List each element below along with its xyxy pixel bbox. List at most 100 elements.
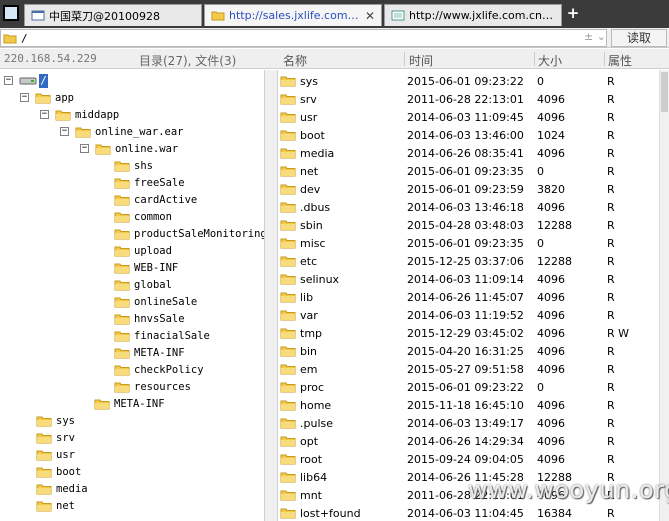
collapse-icon[interactable]: − — [60, 127, 69, 136]
file-row[interactable]: var 2014-06-03 11:19:52 4096 R — [278, 306, 659, 324]
tree-node[interactable]: productSaleMonitoring — [114, 225, 264, 242]
tree-node[interactable]: global — [114, 276, 172, 293]
tree-node[interactable]: − online.war — [80, 140, 178, 157]
tree-node[interactable]: common — [114, 208, 172, 225]
tree-node[interactable]: − online_war.ear — [60, 123, 184, 140]
path-input[interactable]: / — [0, 29, 607, 47]
folder-icon — [36, 484, 52, 494]
tab-caidao[interactable]: 中国菜刀@20100928 — [24, 4, 202, 26]
tree-node[interactable]: META-INF — [114, 344, 185, 361]
folder-icon — [114, 178, 130, 188]
file-time: 2015-06-01 09:23:59 — [407, 183, 524, 196]
collapse-icon[interactable]: − — [80, 144, 89, 153]
scrollbar-thumb[interactable] — [661, 72, 668, 112]
column-size[interactable]: 大小 — [538, 52, 562, 69]
tree-node-label: common — [134, 210, 172, 223]
file-row[interactable]: tmp 2015-12-29 03:45:02 4096 R W — [278, 324, 659, 342]
column-attr[interactable]: 属性 — [608, 52, 632, 69]
file-name: misc — [300, 237, 326, 250]
file-row[interactable]: bin 2015-04-20 16:31:25 4096 R — [278, 342, 659, 360]
column-name[interactable]: 名称 — [283, 52, 307, 69]
file-attr: R — [607, 273, 615, 286]
file-name: srv — [300, 93, 317, 106]
tree-node[interactable]: resources — [114, 378, 191, 395]
file-row[interactable]: opt 2014-06-26 14:29:34 4096 R — [278, 432, 659, 450]
file-time: 2015-12-29 03:45:02 — [407, 327, 524, 340]
file-row[interactable]: sbin 2015-04-28 03:48:03 12288 R — [278, 216, 659, 234]
tree-node[interactable]: net — [36, 497, 75, 514]
tree-node[interactable]: − middapp — [40, 106, 119, 123]
file-row[interactable]: media 2014-06-26 08:35:41 4096 R — [278, 144, 659, 162]
file-row[interactable]: misc 2015-06-01 09:23:35 0 R — [278, 234, 659, 252]
pane-splitter[interactable] — [264, 70, 278, 521]
file-attr: R — [607, 345, 615, 358]
file-list: sys 2015-06-01 09:23:22 0 Rsrv 2011-06-28 22… — [278, 70, 659, 521]
tree-node[interactable]: cardActive — [114, 191, 197, 208]
tab-sales[interactable]: http://sales.jxlife.com.cn/cssr... ✕ — [204, 4, 382, 26]
column-time[interactable]: 时间 — [409, 52, 433, 69]
file-row[interactable]: root 2015-09-24 09:04:05 4096 R — [278, 450, 659, 468]
file-row[interactable]: boot 2014-06-03 13:46:00 1024 R — [278, 126, 659, 144]
file-row[interactable]: sys 2015-06-01 09:23:22 0 R — [278, 72, 659, 90]
file-size: 4096 — [537, 417, 565, 430]
file-name: var — [300, 309, 318, 322]
tree-node[interactable]: upload — [114, 242, 172, 259]
tree-node[interactable]: sys — [36, 412, 75, 429]
file-row[interactable]: etc 2015-12-25 03:37:06 12288 R — [278, 252, 659, 270]
file-row[interactable]: home 2015-11-18 16:45:10 4096 R — [278, 396, 659, 414]
file-attr: R — [607, 381, 615, 394]
window-icon[interactable] — [3, 5, 19, 21]
drive-icon — [19, 77, 37, 85]
folder-icon — [36, 501, 52, 511]
tree-node[interactable]: − app — [20, 89, 74, 106]
tree-node-label: productSaleMonitoring — [134, 227, 264, 240]
file-row[interactable]: dev 2015-06-01 09:23:59 3820 R — [278, 180, 659, 198]
file-row[interactable]: net 2015-06-01 09:23:35 0 R — [278, 162, 659, 180]
folder-icon — [280, 400, 296, 411]
tree-node[interactable]: checkPolicy — [114, 361, 204, 378]
file-row[interactable]: .dbus 2014-06-03 13:46:18 4096 R — [278, 198, 659, 216]
collapse-icon[interactable]: − — [40, 110, 49, 119]
file-size: 4096 — [537, 291, 565, 304]
tree-node[interactable]: usr — [36, 446, 75, 463]
file-row[interactable]: proc 2015-06-01 09:23:22 0 R — [278, 378, 659, 396]
tree-node[interactable]: hnvsSale — [114, 310, 185, 327]
new-tab-button[interactable]: + — [566, 5, 580, 21]
tree-node-label: global — [134, 278, 172, 291]
file-row[interactable]: selinux 2014-06-03 11:09:14 4096 R — [278, 270, 659, 288]
column-divider[interactable] — [404, 52, 405, 66]
tree-node[interactable]: WEB-INF — [114, 259, 178, 276]
file-row[interactable]: .pulse 2014-06-03 13:49:17 4096 R — [278, 414, 659, 432]
tree-node-label: META-INF — [134, 346, 185, 359]
tree-node-label: resources — [134, 380, 191, 393]
file-size: 4096 — [537, 93, 565, 106]
tree-root[interactable]: − / — [4, 72, 48, 89]
file-row[interactable]: lib 2014-06-26 11:45:07 4096 R — [278, 288, 659, 306]
tree-node[interactable]: srv — [36, 429, 75, 446]
folder-icon — [280, 292, 296, 303]
tree-node[interactable]: onlineSale — [114, 293, 197, 310]
tree-node[interactable]: media — [36, 480, 88, 497]
tab-www[interactable]: http://www.jxlife.com.cn/cssr... — [384, 4, 562, 26]
close-icon[interactable]: ✕ — [361, 9, 375, 23]
file-attr: R — [607, 453, 615, 466]
tree-node[interactable]: freeSale — [114, 174, 185, 191]
file-row[interactable]: lost+found 2014-06-03 11:04:45 16384 R — [278, 504, 659, 521]
tree-node[interactable]: finacialSale — [114, 327, 210, 344]
column-divider[interactable] — [604, 52, 605, 66]
file-row[interactable]: srv 2011-06-28 22:13:01 4096 R — [278, 90, 659, 108]
tree-node[interactable]: boot — [36, 463, 81, 480]
path-dropdown-arrows[interactable]: ± ⌄ — [584, 30, 606, 43]
file-attr: R — [607, 111, 615, 124]
tree-node-label: app — [55, 91, 74, 104]
read-button[interactable]: 读取 — [611, 29, 667, 47]
tree-node[interactable]: META-INF — [94, 395, 165, 412]
vertical-scrollbar[interactable] — [659, 70, 669, 521]
file-row[interactable]: em 2015-05-27 09:51:58 4096 R — [278, 360, 659, 378]
collapse-icon[interactable]: − — [4, 76, 13, 85]
tree-node[interactable]: shs — [114, 157, 153, 174]
column-divider[interactable] — [534, 52, 535, 66]
file-row[interactable]: usr 2014-06-03 11:09:45 4096 R — [278, 108, 659, 126]
collapse-icon[interactable]: − — [20, 93, 29, 102]
folder-icon — [280, 346, 296, 357]
